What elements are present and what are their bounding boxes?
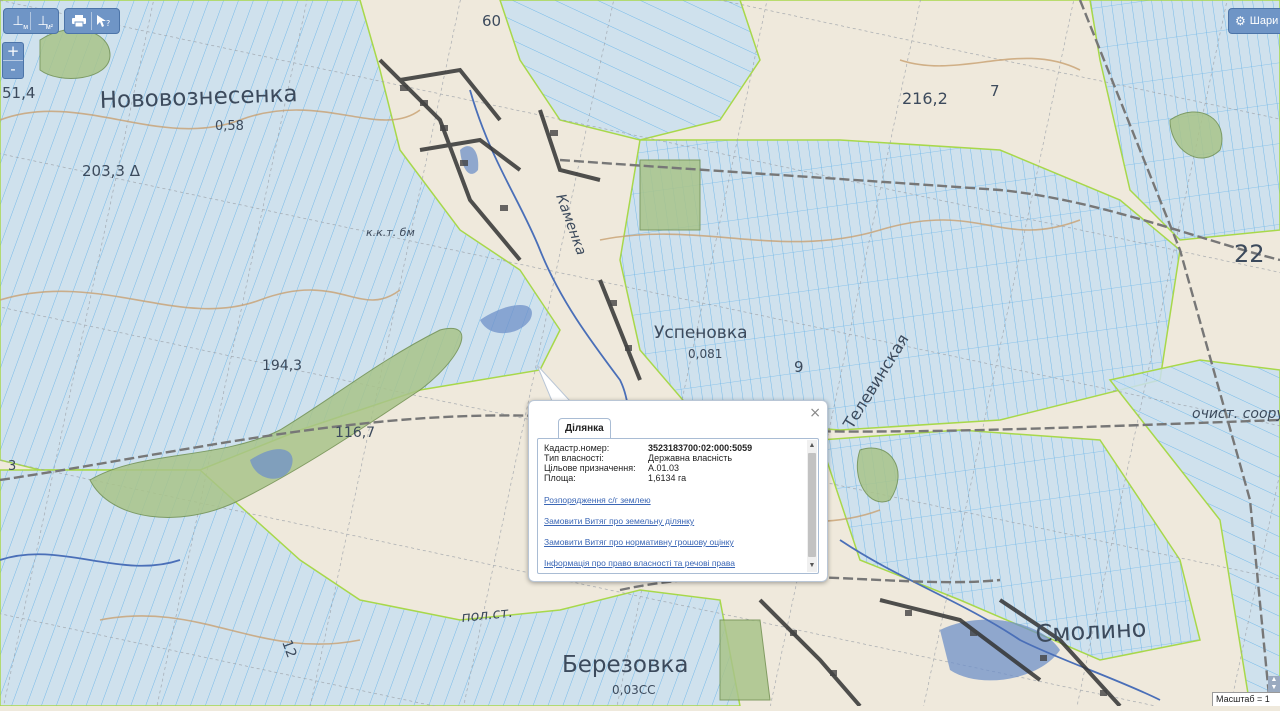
print-button[interactable] xyxy=(67,10,91,32)
map-label-height: 51,4 xyxy=(2,84,35,102)
identify-button[interactable]: ? xyxy=(92,10,116,32)
parcel-info: Кадастр.номер: 3523183700:02:000:5059 Ти… xyxy=(544,443,804,568)
printer-icon xyxy=(72,15,86,27)
zoom-in-button[interactable]: + xyxy=(3,43,23,60)
map-label-height: 203,3 Δ xyxy=(82,162,141,180)
map-canvas[interactable]: Нововознесенка 0,58 203,3 Δ Успеновка 0,… xyxy=(0,0,1280,708)
map-label-small: очист. соору xyxy=(1192,406,1280,422)
map-label-height: 216,2 xyxy=(902,89,948,108)
scale-indicator: ▲ ▼ xyxy=(1268,676,1280,692)
link-land-disposal[interactable]: Розпорядження с/г землею xyxy=(544,495,804,505)
map-label-small: к.к.т. бм xyxy=(366,226,415,239)
parcel-popup: × Ділянка Кадастр.номер: 3523183700:02:0… xyxy=(528,400,828,582)
popup-scrollbar[interactable]: ▲ ▼ xyxy=(807,440,817,572)
zoom-out-button[interactable]: - xyxy=(3,60,23,78)
field-ownership-type: Тип власності: Державна власність xyxy=(544,453,733,463)
ruler-icon: ⊥ xyxy=(12,13,24,28)
svg-text:?: ? xyxy=(106,19,110,28)
map-label-small: 7 xyxy=(990,82,1000,100)
tab-parcel[interactable]: Ділянка xyxy=(558,418,611,439)
map-label-settlement: Березовка xyxy=(562,652,689,678)
popup-body: Кадастр.номер: 3523183700:02:000:5059 Ти… xyxy=(537,438,819,574)
cursor-help-icon: ? xyxy=(97,15,110,28)
link-order-parcel-extract[interactable]: Замовити Витяг про земельну ділянку xyxy=(544,516,804,526)
popup-pointer xyxy=(536,364,572,404)
scroll-down-icon[interactable]: ▼ xyxy=(807,560,817,572)
map-label-height: 116,7 xyxy=(335,425,375,441)
tools-toolbar: ? xyxy=(64,8,120,34)
map-label-small: 60 xyxy=(482,12,501,30)
link-ownership-info[interactable]: Інформація про право власності та речові… xyxy=(544,558,804,568)
map-label-small: 9 xyxy=(794,358,804,376)
map-svg[interactable]: Нововознесенка 0,58 203,3 Δ Успеновка 0,… xyxy=(0,0,1280,708)
map-label-settlement: Успеновка xyxy=(654,323,748,343)
map-label-settlement: Смолино xyxy=(1035,614,1147,648)
measure-line-button[interactable]: ⊥ м xyxy=(6,10,30,32)
map-label-small: 0,081 xyxy=(688,347,722,361)
field-cadastral-number: Кадастр.номер: 3523183700:02:000:5059 xyxy=(544,443,753,453)
field-purpose: Цільове призначення: А.01.03 xyxy=(544,463,680,473)
map-label-small: 3 xyxy=(8,459,16,474)
layers-label: Шари xyxy=(1249,15,1279,27)
close-icon[interactable]: × xyxy=(809,405,821,421)
map-label-height: 22 xyxy=(1234,240,1265,268)
field-area: Площа: 1,6134 га xyxy=(544,473,687,483)
scroll-thumb[interactable] xyxy=(808,453,816,557)
layers-button[interactable]: ⚙ Шари xyxy=(1228,8,1280,34)
scale-label: Масштаб = 1 xyxy=(1212,692,1280,706)
measure-area-button[interactable]: ⊥ м² xyxy=(31,10,55,32)
map-label-small: 0,03СС xyxy=(612,683,655,697)
scroll-up-icon[interactable]: ▲ xyxy=(807,440,817,452)
zoom-control: + - xyxy=(2,42,24,79)
gear-icon: ⚙ xyxy=(1235,14,1246,28)
map-label-height: 194,3 xyxy=(262,358,302,374)
link-order-valuation-extract[interactable]: Замовити Витяг про нормативну грошову оц… xyxy=(544,537,804,547)
measure-toolbar: ⊥ м ⊥ м² xyxy=(3,8,59,34)
map-label-small: 0,58 xyxy=(215,119,244,134)
